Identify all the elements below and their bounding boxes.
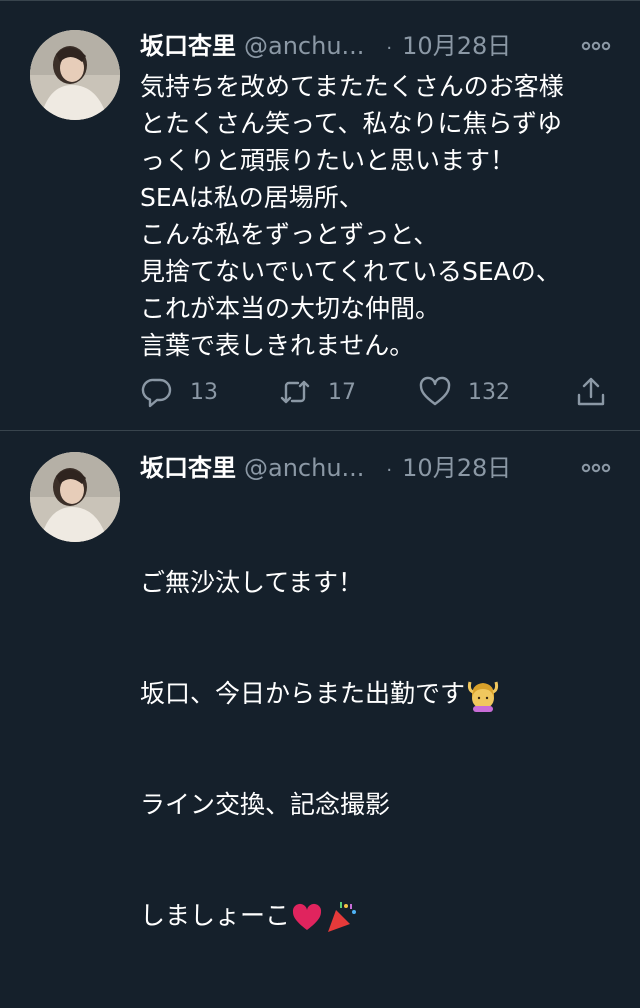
like-count: 132 — [468, 379, 510, 405]
retweet-icon — [280, 380, 310, 404]
person-gesturing-ok-emoji — [467, 681, 499, 712]
retweet-count: 17 — [328, 379, 356, 405]
share-button[interactable] — [574, 372, 608, 412]
separator-dot: · — [386, 38, 393, 59]
separator-dot: · — [386, 460, 393, 481]
tweet-line-text: 坂口、今日からまた出勤です — [140, 679, 466, 708]
share-icon — [577, 377, 605, 406]
tweet-header: 坂口杏里 @anchu... · 10月28日 — [140, 450, 620, 486]
user-handle[interactable]: @anchu... — [244, 32, 364, 60]
red-heart-emoji — [292, 903, 322, 930]
user-handle[interactable]: @anchu... — [244, 454, 364, 482]
reply-icon — [141, 378, 172, 408]
tweet-line: 坂口、今日からまた出勤です — [140, 675, 620, 712]
more-icon[interactable] — [578, 450, 614, 486]
like-button[interactable]: 132 — [418, 372, 510, 412]
tweet-date[interactable]: 10月28日 — [402, 32, 511, 60]
tweet-line: ライン交換、記念撮影 — [140, 790, 391, 819]
reply-count: 13 — [190, 379, 218, 405]
top-divider — [0, 0, 640, 1]
tweet-line: しましょーこ — [140, 897, 620, 934]
avatar[interactable] — [30, 452, 120, 542]
display-name[interactable]: 坂口杏里 — [140, 32, 236, 60]
heart-icon — [419, 376, 451, 406]
avatar[interactable] — [30, 30, 120, 120]
party-popper-emoji — [328, 902, 357, 932]
tweet-text: ご無沙汰してます！ 坂口、今日からまた出勤です ライン交換、記念撮影 しましょー… — [140, 490, 620, 1008]
more-icon[interactable] — [578, 28, 614, 64]
tweet-divider — [0, 430, 640, 431]
tweet-header: 坂口杏里 @anchu... · 10月28日 — [140, 28, 620, 64]
retweet-button[interactable]: 17 — [278, 372, 356, 412]
tweet-actions: 13 17 132 — [140, 372, 620, 412]
display-name[interactable]: 坂口杏里 — [140, 454, 236, 482]
tweet-date[interactable]: 10月28日 — [402, 454, 511, 482]
reply-button[interactable]: 13 — [140, 372, 218, 412]
tweet-text: 気持ちを改めてまたたくさんのお客様 とたくさん笑って、私なりに焦らずゆ っくりと… — [140, 72, 564, 360]
tweet-line-text: しましょーこ — [140, 901, 291, 930]
tweet-line: ご無沙汰してます！ — [140, 568, 364, 597]
